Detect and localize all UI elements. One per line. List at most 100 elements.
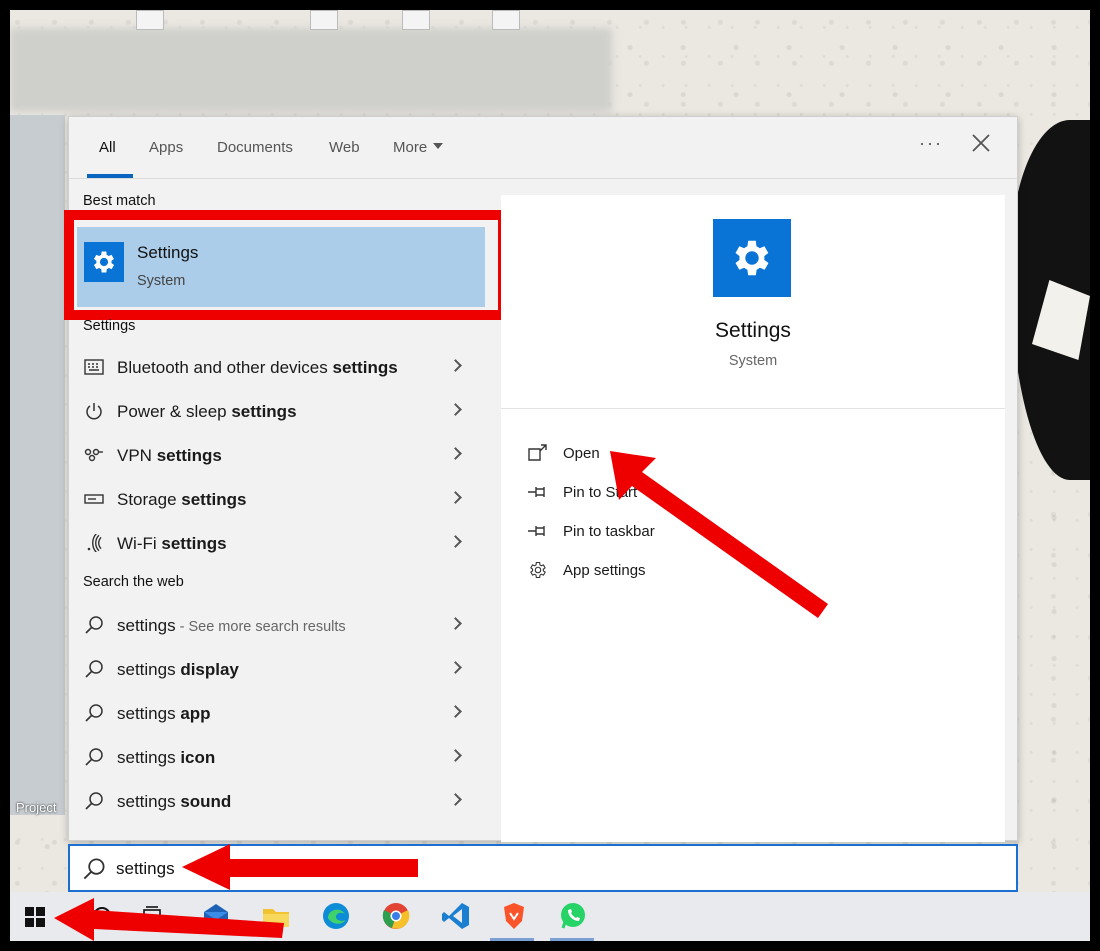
task-view-icon[interactable] bbox=[136, 900, 168, 932]
result-vpn-settings[interactable]: VPN settings bbox=[69, 434, 501, 478]
result-bluetooth-settings[interactable]: Bluetooth and other devices settings bbox=[69, 346, 501, 390]
settings-section-heading: Settings bbox=[83, 318, 136, 334]
result-label: settings icon bbox=[117, 748, 216, 767]
tab-apps[interactable]: Apps bbox=[149, 139, 183, 156]
chrome-browser-icon[interactable] bbox=[380, 900, 412, 932]
taskbar bbox=[10, 892, 1090, 941]
power-icon bbox=[83, 400, 105, 422]
search-tabs: All Apps Documents Web More ··· bbox=[69, 117, 1017, 179]
whatsapp-icon[interactable] bbox=[557, 900, 589, 932]
start-search-panel: All Apps Documents Web More ··· Best mat… bbox=[64, 116, 1018, 842]
active-tab-indicator bbox=[87, 174, 133, 178]
action-pin-to-taskbar[interactable]: Pin to taskbar bbox=[527, 517, 827, 545]
action-app-settings[interactable]: App settings bbox=[527, 556, 827, 584]
blurred-desktop-icons bbox=[10, 28, 612, 112]
close-icon[interactable] bbox=[969, 131, 993, 155]
result-wifi-settings[interactable]: Wi-Fi settings bbox=[69, 522, 501, 566]
search-icon bbox=[83, 746, 105, 768]
action-label: Pin to Start bbox=[563, 484, 638, 501]
desktop-file-icon[interactable] bbox=[492, 10, 520, 30]
desktop-project-label[interactable]: Project bbox=[16, 800, 56, 815]
result-power-sleep-settings[interactable]: Power & sleep settings bbox=[69, 390, 501, 434]
result-label: settings app bbox=[117, 704, 211, 723]
pin-icon bbox=[528, 487, 545, 497]
result-label: VPN settings bbox=[117, 446, 222, 465]
taskbar-search-box[interactable] bbox=[68, 844, 1018, 892]
search-icon bbox=[83, 858, 105, 880]
desktop-file-icon[interactable] bbox=[310, 10, 338, 30]
best-match-subtitle: System bbox=[137, 273, 186, 289]
action-open[interactable]: Open bbox=[527, 439, 827, 467]
edge-browser-icon[interactable] bbox=[320, 900, 352, 932]
preview-pane: Settings System Open Pin to Start Pin to… bbox=[501, 195, 1005, 842]
tab-all[interactable]: All bbox=[99, 139, 116, 156]
tab-web[interactable]: Web bbox=[329, 139, 360, 156]
settings-gear-icon bbox=[713, 219, 791, 297]
web-result-settings-sound[interactable]: settings sound bbox=[69, 780, 501, 824]
keyboard-icon bbox=[83, 356, 105, 378]
result-label: Wi-Fi settings bbox=[117, 534, 227, 553]
gear-icon bbox=[530, 561, 546, 579]
web-section-heading: Search the web bbox=[83, 574, 184, 590]
tab-documents[interactable]: Documents bbox=[217, 139, 293, 156]
brave-browser-icon[interactable] bbox=[498, 900, 530, 932]
web-result-settings-icon[interactable]: settings icon bbox=[69, 736, 501, 780]
tab-more[interactable]: More bbox=[393, 139, 444, 156]
chevron-right-icon bbox=[449, 447, 462, 460]
action-label: App settings bbox=[563, 562, 646, 579]
background-window-edge bbox=[10, 115, 65, 815]
result-label: settings sound bbox=[117, 792, 232, 811]
chevron-right-icon bbox=[449, 403, 462, 416]
web-result-settings[interactable]: settings - See more search results bbox=[69, 604, 501, 648]
best-match-heading: Best match bbox=[83, 193, 156, 209]
divider bbox=[501, 408, 1005, 409]
preview-title: Settings bbox=[715, 319, 791, 342]
chevron-right-icon bbox=[449, 359, 462, 372]
chevron-right-icon bbox=[449, 793, 462, 806]
result-label: settings - See more search results bbox=[117, 616, 346, 635]
best-match-title: Settings bbox=[137, 243, 199, 262]
action-label: Open bbox=[563, 445, 600, 462]
screenshot-frame: Project All Apps Documents Web More ··· … bbox=[10, 10, 1090, 941]
search-icon bbox=[83, 614, 105, 636]
web-result-settings-app[interactable]: settings app bbox=[69, 692, 501, 736]
tab-more-label: More bbox=[393, 139, 428, 156]
running-app-indicator bbox=[490, 938, 534, 941]
result-label: settings display bbox=[117, 660, 239, 679]
search-icon bbox=[83, 658, 105, 680]
wifi-icon bbox=[83, 532, 105, 554]
file-explorer-icon[interactable] bbox=[260, 900, 292, 932]
search-icon bbox=[83, 790, 105, 812]
desktop-file-icon[interactable] bbox=[402, 10, 430, 30]
action-pin-to-start[interactable]: Pin to Start bbox=[527, 478, 827, 506]
desktop-file-icon[interactable] bbox=[136, 10, 164, 30]
vscode-icon[interactable] bbox=[440, 900, 472, 932]
chevron-right-icon bbox=[449, 661, 462, 674]
result-label: Power & sleep settings bbox=[117, 402, 297, 421]
chevron-right-icon bbox=[449, 491, 462, 504]
vpn-icon bbox=[83, 444, 105, 466]
chevron-right-icon bbox=[449, 535, 462, 548]
web-result-settings-display[interactable]: settings display bbox=[69, 648, 501, 692]
chevron-right-icon bbox=[449, 705, 462, 718]
preview-subtitle: System bbox=[728, 353, 778, 369]
action-label: Pin to taskbar bbox=[563, 523, 655, 540]
settings-gear-icon bbox=[84, 242, 124, 282]
pin-icon bbox=[528, 526, 545, 536]
best-match-settings[interactable]: Settings System bbox=[77, 227, 485, 307]
windows-start-icon[interactable] bbox=[24, 906, 46, 928]
chevron-right-icon bbox=[449, 749, 462, 762]
more-options-button[interactable]: ··· bbox=[919, 133, 943, 154]
chevron-right-icon bbox=[449, 617, 462, 630]
storage-icon bbox=[83, 488, 105, 510]
search-input[interactable] bbox=[116, 856, 716, 882]
caret-down-icon bbox=[433, 143, 444, 149]
open-icon bbox=[528, 444, 547, 461]
result-storage-settings[interactable]: Storage settings bbox=[69, 478, 501, 522]
result-label: Bluetooth and other devices settings bbox=[117, 358, 398, 377]
search-icon[interactable] bbox=[86, 900, 118, 932]
result-label: Storage settings bbox=[117, 490, 247, 509]
results-list: Best match Settings System Settings Blue… bbox=[64, 180, 508, 842]
mail-icon[interactable] bbox=[200, 900, 232, 932]
search-icon bbox=[83, 702, 105, 724]
